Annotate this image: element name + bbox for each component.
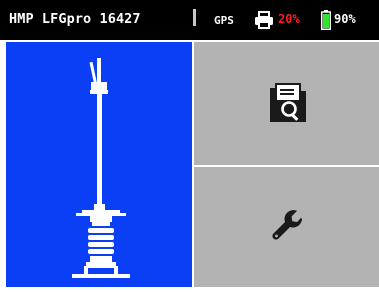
printer-icon [255, 11, 273, 29]
battery-icon [321, 10, 331, 30]
settings-tile[interactable] [194, 167, 379, 287]
gps-indicator: GPS [214, 14, 234, 27]
penetrometer-device-illustration [72, 58, 130, 278]
separator [193, 9, 196, 26]
documents-tile[interactable] [194, 42, 379, 165]
battery-level: 90% [334, 12, 356, 26]
device-title: HMP LFGpro 16427 [9, 11, 141, 27]
printer-level: 20% [278, 12, 300, 26]
wrench-icon [272, 210, 302, 240]
device-tile[interactable] [6, 42, 192, 287]
documents-search-icon [270, 83, 306, 122]
status-bar: HMP LFGpro 16427 GPS 20% 90% [0, 0, 379, 40]
